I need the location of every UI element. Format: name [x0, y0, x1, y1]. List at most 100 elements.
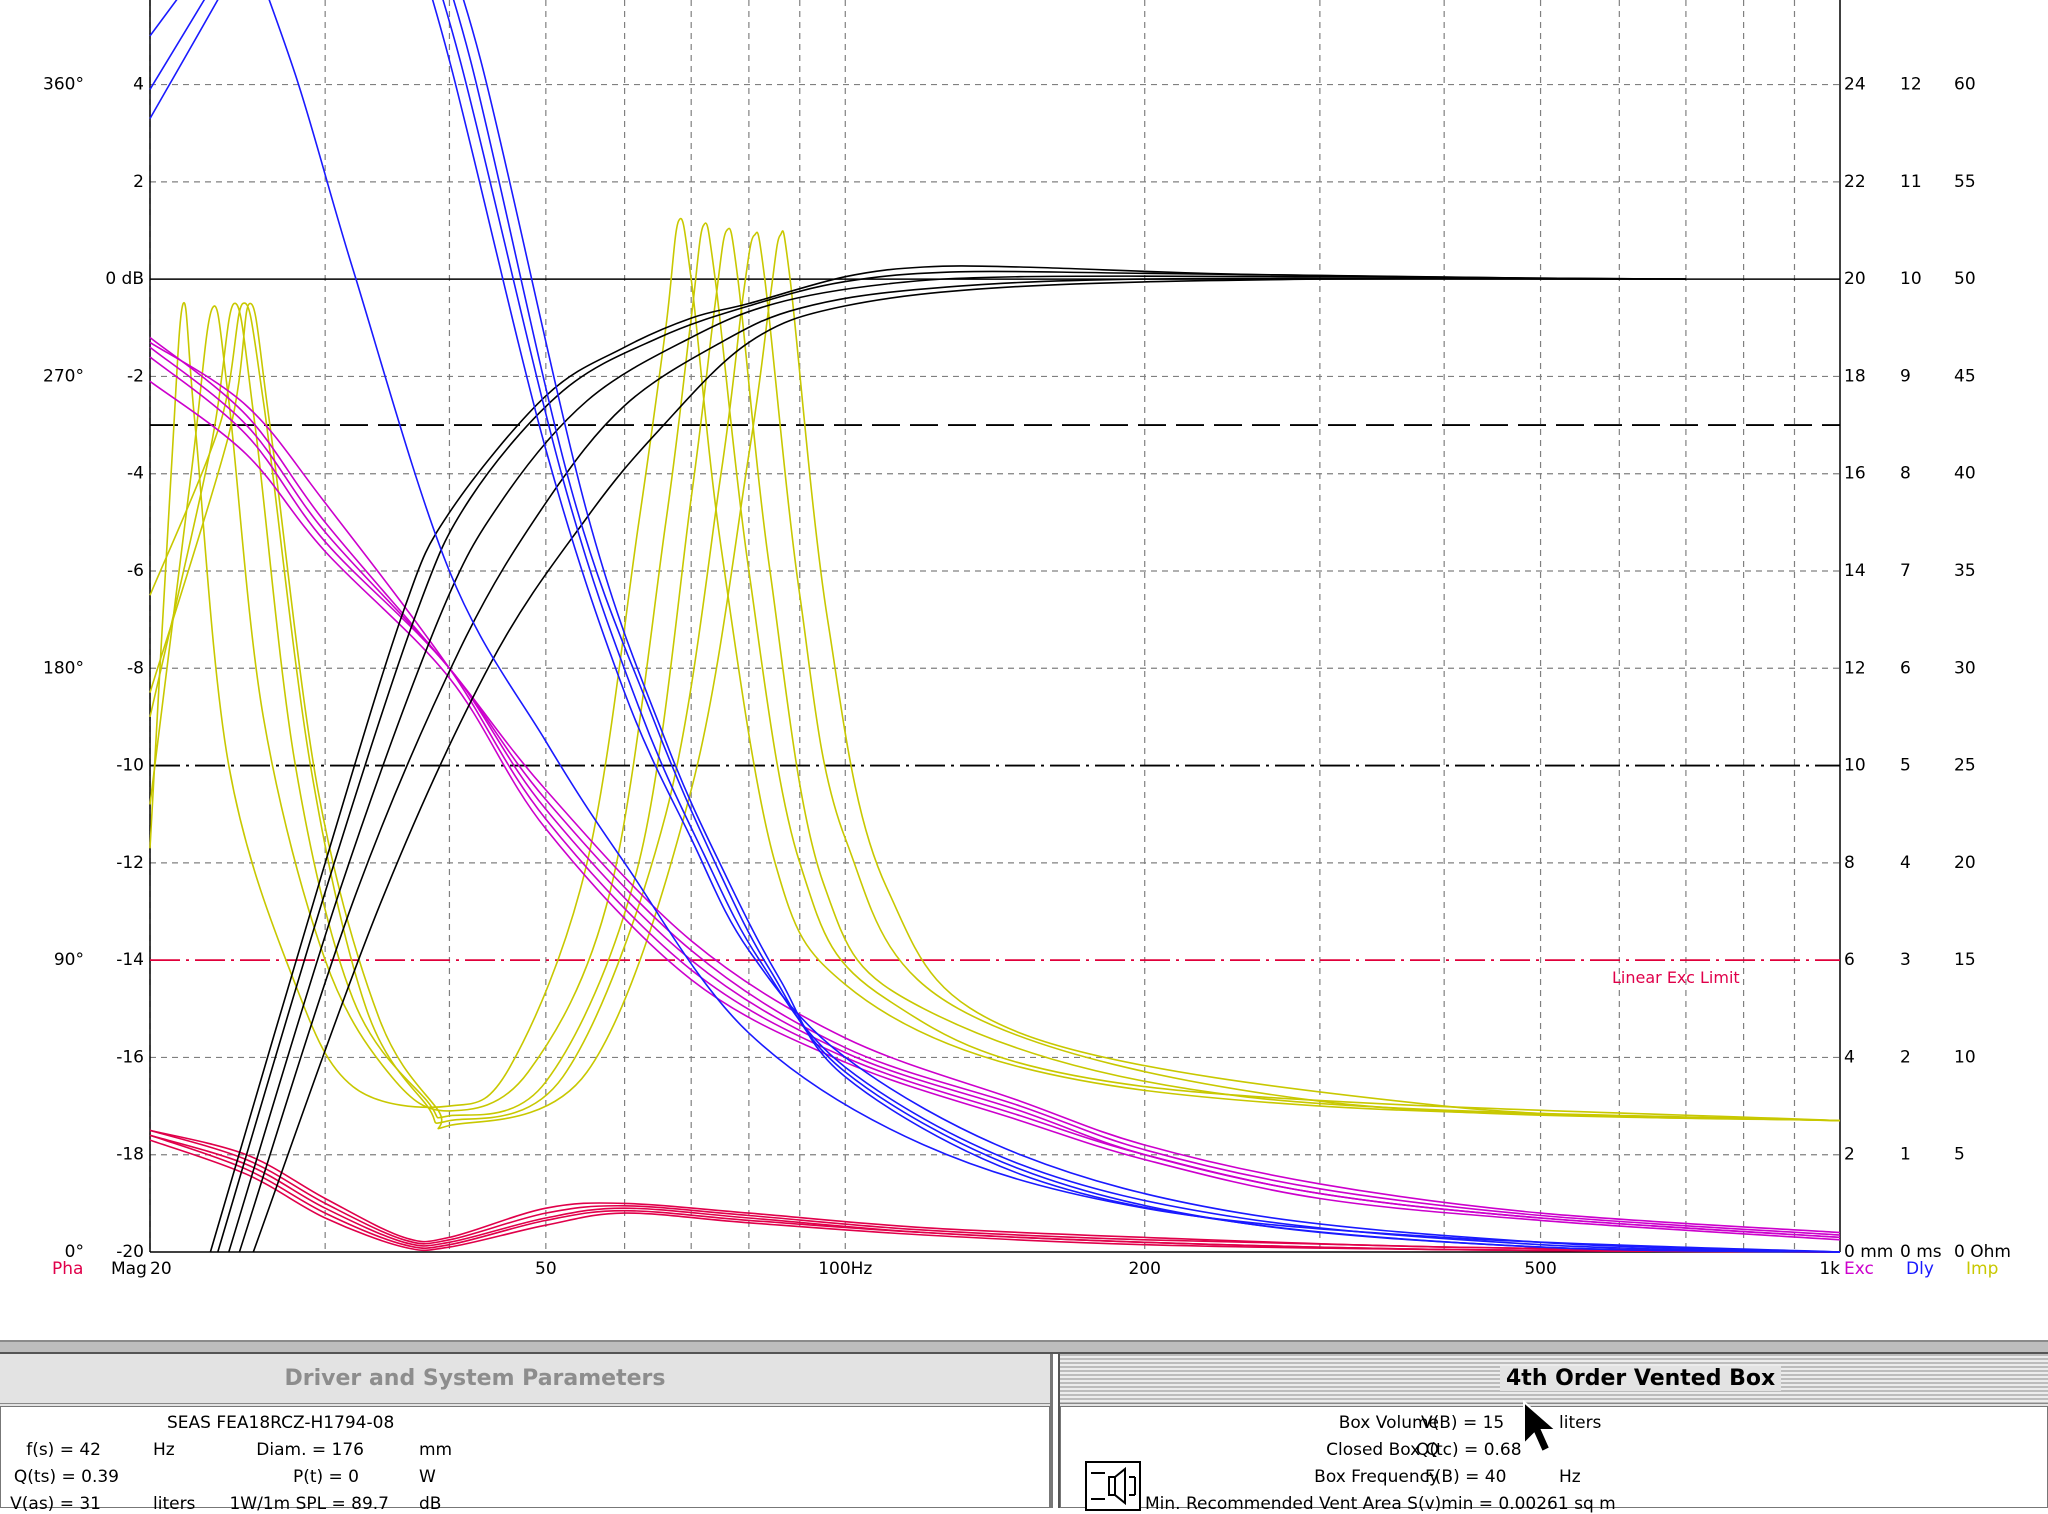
phase-tick-label: 180° — [43, 658, 84, 678]
mag-tick-label: -4 — [127, 464, 144, 484]
right-axis-ms-tick: 10 — [1900, 269, 1922, 289]
curve-imp-1 — [149, 217, 1841, 1122]
right-axis-ms-tick: 7 — [1900, 561, 1911, 581]
curve-dly-7 — [452, 0, 1841, 1253]
curves — [149, 0, 1841, 1253]
right-axis-ms-tick: 12 — [1900, 75, 1922, 95]
closed-box-q-value[interactable]: Q(tc) = 0.68 — [1416, 1440, 1522, 1460]
right-axis-mm-tick: 16 — [1844, 464, 1866, 484]
box-volume-unit: liters — [1559, 1413, 1602, 1433]
curve-imp-4 — [149, 231, 1841, 1124]
reference-lines — [150, 424, 1840, 962]
curve-mag-1 — [209, 265, 1686, 1253]
right-axis-mm-tick: 24 — [1844, 75, 1866, 95]
curve-exc-5 — [149, 380, 1841, 1241]
right-axis-ohm-tick: 25 — [1954, 756, 1976, 776]
phase-tick-label: 90° — [54, 950, 84, 970]
vas-unit: liters — [153, 1494, 196, 1514]
box-frequency-value[interactable]: F(B) = 40 — [1425, 1467, 1506, 1487]
right-axis-ms-tick: 3 — [1900, 950, 1911, 970]
right-axis-ohm-tick: 45 — [1954, 366, 1976, 386]
right-axis-ms-tick: 8 — [1900, 464, 1911, 484]
diameter-unit: mm — [419, 1440, 453, 1460]
right-axis-ohm-tick: 60 — [1954, 75, 1976, 95]
curve-imp-3 — [149, 227, 1841, 1122]
mag-tick-label: -12 — [116, 853, 144, 873]
right-axis-ohm-tick: 15 — [1954, 950, 1976, 970]
fs-value[interactable]: f(s) = 42 — [26, 1440, 101, 1460]
fs-unit: Hz — [153, 1440, 175, 1460]
x-tick-label: 50 — [535, 1259, 557, 1279]
response-graph: 6420 dB-2-4-6-8-10-12-14-16-18-20360°270… — [43, 0, 2011, 1279]
mouse-pointer-icon — [1523, 1400, 1559, 1454]
x-tick-label: 100Hz — [818, 1259, 872, 1279]
vented-box-titlebar[interactable]: 4th Order Vented Box — [1060, 1354, 2048, 1404]
mag-tick-label: 0 dB — [105, 269, 144, 289]
box-frequency-unit: Hz — [1559, 1467, 1581, 1487]
right-axis-ohm-tick: 55 — [1954, 172, 1976, 192]
pt-value[interactable]: P(t) = 0 — [293, 1467, 359, 1487]
curve-dly-5 — [431, 0, 1841, 1253]
mag-tick-label: -2 — [127, 366, 144, 386]
mag-tick-label: -8 — [127, 658, 144, 678]
mag-tick-label: -6 — [127, 561, 144, 581]
curve-pha-5 — [149, 1139, 1841, 1253]
right-axis-ms-tick: 1 — [1900, 1145, 1911, 1165]
right-axis-mm-tick: 20 — [1844, 269, 1866, 289]
right-axis-mm-tick: 14 — [1844, 561, 1866, 581]
grid — [149, 0, 1841, 1253]
right-axis-mm-tick: 6 — [1844, 950, 1855, 970]
axis-labels: 6420 dB-2-4-6-8-10-12-14-16-18-20360°270… — [43, 75, 2011, 1279]
right-axis-mm-tick: 18 — [1844, 366, 1866, 386]
right-axis-ohm-tick: 30 — [1954, 658, 1976, 678]
box-frequency-label: Box Frequency — [1314, 1467, 1439, 1487]
phase-tick-label: 270° — [43, 366, 84, 386]
curve-imp-2 — [149, 222, 1841, 1122]
right-axis-ms-tick: 5 — [1900, 756, 1911, 776]
right-axis-ohm-tick: 20 — [1954, 853, 1976, 873]
mag-tick-label: 2 — [133, 172, 144, 192]
mag-tick-label: -16 — [116, 1047, 144, 1067]
spl-unit: dB — [419, 1494, 442, 1514]
x-tick-label: 500 — [1524, 1259, 1556, 1279]
right-axis-mm-tick: 10 — [1844, 756, 1866, 776]
box-volume-value[interactable]: V(B) = 15 — [1421, 1413, 1504, 1433]
mag-tick-label: -10 — [116, 756, 144, 776]
driver-parameters-body: SEAS FEA18RCZ-H1794-08 f(s) = 42 Hz Diam… — [0, 1406, 1050, 1514]
driver-name[interactable]: SEAS FEA18RCZ-H1794-08 — [167, 1413, 394, 1433]
right-axis-ohm-tick: 35 — [1954, 561, 1976, 581]
vas-value[interactable]: V(as) = 31 — [10, 1494, 101, 1514]
pt-unit: W — [419, 1467, 436, 1487]
phase-tick-label: 360° — [43, 75, 84, 95]
right-axis-mm-tick: 8 — [1844, 853, 1855, 873]
right-axis-mm-tick: 12 — [1844, 658, 1866, 678]
mag-axis-label: Mag — [111, 1259, 147, 1279]
window-divider[interactable] — [0, 1340, 2048, 1354]
dly-axis-label: Dly — [1906, 1259, 1934, 1279]
right-axis-ohm-tick: 40 — [1954, 464, 1976, 484]
driver-parameters-titlebar[interactable]: Driver and System Parameters — [0, 1354, 1050, 1404]
driver-parameters-window: Driver and System Parameters SEAS FEA18R… — [0, 1354, 1053, 1514]
x-tick-label: 20 — [150, 1259, 172, 1279]
qts-value[interactable]: Q(ts) = 0.39 — [14, 1467, 119, 1487]
curve-pha-2 — [149, 1129, 1841, 1253]
mag-tick-label: 4 — [133, 75, 144, 95]
right-axis-ohm-tick: 5 — [1954, 1145, 1965, 1165]
curve-exc-2 — [149, 346, 1841, 1236]
right-axis-ohm-tick: 50 — [1954, 269, 1976, 289]
imp-axis-label: Imp — [1966, 1259, 1998, 1279]
mag-tick-label: -18 — [116, 1145, 144, 1165]
right-axis-ohm-tick: 10 — [1954, 1047, 1976, 1067]
pha-axis-label: Pha — [52, 1259, 83, 1279]
right-axis-mm-tick: 2 — [1844, 1145, 1855, 1165]
right-axis-mm-tick: 4 — [1844, 1047, 1855, 1067]
curve-mag-2 — [217, 270, 1686, 1253]
driver-parameters-title: Driver and System Parameters — [284, 1366, 666, 1391]
spl-value[interactable]: 1W/1m SPL = 89.7 — [229, 1494, 389, 1514]
diameter-value[interactable]: Diam. = 176 — [256, 1440, 364, 1460]
mag-tick-label: -14 — [116, 950, 144, 970]
vent-area-readout: Min. Recommended Vent Area S(v)min = 0.0… — [1145, 1494, 1616, 1514]
vented-box-speaker-icon[interactable] — [1085, 1461, 1141, 1511]
right-axis-mm-tick: 22 — [1844, 172, 1866, 192]
curve-dly-4 — [268, 0, 1841, 1253]
